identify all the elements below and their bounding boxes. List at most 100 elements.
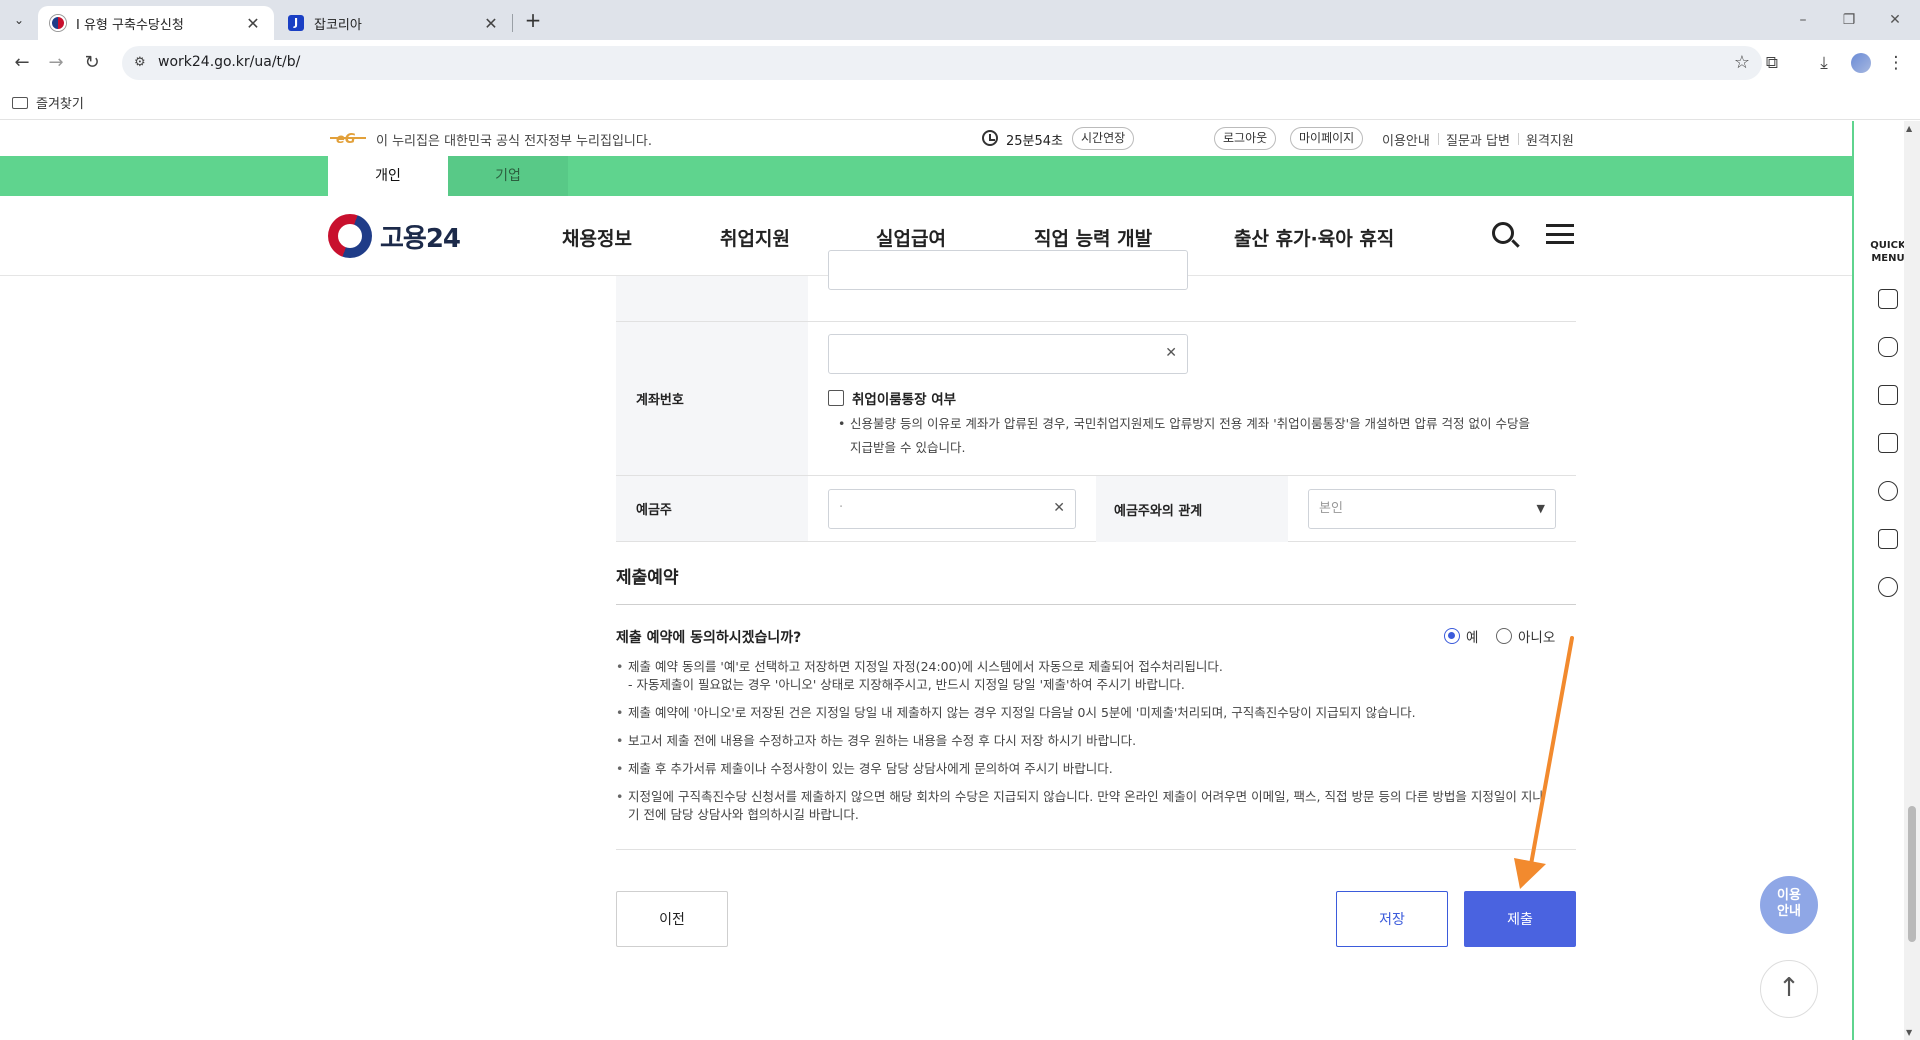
prev-button[interactable]: 이전	[616, 891, 728, 947]
remote-support-link[interactable]: 원격지원	[1526, 130, 1574, 149]
partial-input-field[interactable]	[828, 250, 1188, 290]
account-number-input[interactable]: ✕	[828, 334, 1188, 374]
note-sub: - 자동제출이 필요없는 경우 '아니오' 상태로 지장해주시고, 반드시 지정…	[628, 677, 1185, 692]
menu-job-info[interactable]: 채용정보	[562, 224, 632, 251]
scroll-up-arrow-icon[interactable]: ▲	[1906, 124, 1912, 133]
desc-text-1: 신용불량 등의 이유로 계좌가 압류된 경우, 국민취업지원제도 압류방지 전용…	[850, 416, 1530, 431]
profile-avatar-icon[interactable]	[1851, 53, 1871, 73]
search-icon[interactable]	[1492, 222, 1514, 244]
quick-menu-title-2: MENU	[1871, 253, 1905, 264]
depositor-input[interactable]: · ✕	[828, 489, 1076, 529]
gov-favicon-icon	[50, 15, 66, 31]
reservation-section-title: 제출예약	[616, 568, 679, 588]
qna-link[interactable]: 질문과 답변	[1446, 130, 1510, 149]
menu-parental-leave[interactable]: 출산 휴가·육아 휴직	[1234, 224, 1394, 251]
new-tab-button[interactable]: +	[520, 8, 546, 34]
browser-tab-bar: ⌄ I 유형 구축수당신청 ✕ J 잡코리아 ✕ + – ❐ ✕	[0, 0, 1920, 40]
note-item: 지정일에 구직촉진수당 신청서를 제출하지 않으면 해당 회차의 수당은 지급되…	[614, 788, 1580, 824]
job-account-checkbox-label: 취업이룸통장 여부	[852, 392, 957, 408]
mypage-button[interactable]: 마이페이지	[1290, 127, 1364, 150]
quick-menu-title-1: QUICK	[1870, 240, 1906, 251]
relation-value: 본인	[1319, 501, 1343, 516]
monitor-icon[interactable]	[1878, 385, 1898, 405]
depositor-value: ·	[839, 500, 844, 515]
session-timer: 25분54초	[1006, 134, 1064, 149]
extend-session-button[interactable]: 시간연장	[1072, 127, 1135, 150]
hamburger-menu-icon[interactable]	[1546, 224, 1574, 244]
usage-guide-link[interactable]: 이용안내	[1382, 130, 1430, 149]
row-header	[616, 276, 808, 321]
relation-select[interactable]: 본인 ▼	[1308, 489, 1556, 529]
reload-icon[interactable]: ↻	[80, 51, 104, 75]
bookmark-star-icon[interactable]: ☆	[1734, 52, 1750, 73]
desc-text-2: 지급받을 수 있습니다.	[850, 440, 966, 455]
section-divider	[616, 849, 1576, 850]
job-account-description: • 신용불량 등의 이유로 계좌가 압류된 경우, 국민취업지원제도 압류방지 …	[838, 412, 1568, 460]
menu-employment-support[interactable]: 취업지원	[720, 224, 790, 251]
tab-search-button[interactable]: ⌄	[8, 9, 30, 31]
account-label: 계좌번호	[616, 322, 808, 475]
clear-icon[interactable]: ✕	[1053, 500, 1065, 516]
site-logo[interactable]: 고용24	[328, 214, 461, 258]
divider	[1518, 133, 1519, 145]
back-arrow-icon[interactable]: ←	[10, 51, 34, 75]
radio-yes-label[interactable]: 예	[1466, 626, 1478, 646]
page-viewport: eG 이 누리집은 대한민국 공식 전자정부 누리집입니다. 25분54초 시간…	[0, 121, 1852, 1040]
tab-personal[interactable]: 개인	[328, 156, 448, 196]
tab-inactive[interactable]: J 잡코리아 ✕	[276, 6, 512, 40]
menu-vocational-training[interactable]: 직업 능력 개발	[1034, 224, 1152, 251]
smile-icon[interactable]	[1878, 481, 1898, 501]
reservation-question: 제출 예약에 동의하시겠습니까?	[616, 630, 802, 646]
extensions-icon[interactable]: ⧉	[1760, 51, 1784, 75]
scrollbar-thumb[interactable]	[1908, 806, 1916, 942]
tab-separator	[512, 14, 513, 32]
note-item: 제출 후 추가서류 제출이나 수정사항이 있는 경우 담당 상담사에게 문의하여…	[614, 760, 1580, 778]
forward-arrow-icon[interactable]: →	[44, 51, 68, 75]
save-button[interactable]: 저장	[1336, 891, 1448, 947]
usage-guide-floating-button[interactable]: 이용 안내	[1760, 876, 1818, 934]
building-icon[interactable]	[1878, 289, 1898, 309]
jobkorea-favicon-icon: J	[288, 15, 304, 31]
tab-title: I 유형 구축수당신청	[76, 17, 184, 33]
radio-no-label[interactable]: 아니오	[1518, 626, 1555, 646]
submit-button[interactable]: 제출	[1464, 891, 1576, 947]
bookmark-folder[interactable]: 즐겨찾기	[12, 93, 84, 112]
note-text: 제출 예약에 '아니오'로 저장된 건은 지정일 당일 내 제출하지 않는 경우…	[628, 705, 1416, 720]
window-close-button[interactable]: ✕	[1872, 8, 1918, 32]
calculator-icon[interactable]	[1878, 529, 1898, 549]
checklist-icon[interactable]	[1878, 433, 1898, 453]
scroll-to-top-button[interactable]: ↑	[1760, 960, 1818, 1018]
note-item: 제출 예약에 '아니오'로 저장된 건은 지정일 당일 내 제출하지 않는 경우…	[614, 704, 1580, 722]
url-bar[interactable]: ⚙ work24.go.kr/ua/t/b/ ☆	[122, 46, 1762, 80]
scroll-down-arrow-icon[interactable]: ▼	[1906, 1028, 1912, 1037]
download-icon[interactable]: ⤓	[1812, 51, 1836, 75]
form-row-account: 계좌번호 ✕ 취업이룸통장 여부 • 신용불량 등의 이유로 계좌가 압류된 경…	[616, 322, 1576, 476]
browser-menu-icon[interactable]: ⋮	[1884, 51, 1908, 75]
tab-company[interactable]: 기업	[448, 156, 568, 196]
gov-notice-text: 이 누리집은 대한민국 공식 전자정부 누리집입니다.	[376, 134, 652, 149]
minimize-button[interactable]: –	[1780, 8, 1826, 32]
radio-no[interactable]	[1496, 628, 1512, 644]
close-tab-icon[interactable]: ✕	[244, 14, 262, 33]
note-text: 보고서 제출 전에 내용을 수정하고자 하는 경우 원하는 내용을 수정 후 다…	[628, 733, 1137, 748]
job-account-checkbox[interactable]	[828, 390, 844, 406]
coin-icon[interactable]	[1878, 577, 1898, 597]
svg-text:eG: eG	[336, 132, 356, 146]
site-info-icon[interactable]: ⚙	[134, 55, 150, 71]
restore-button[interactable]: ❐	[1826, 8, 1872, 32]
close-tab-icon[interactable]: ✕	[482, 14, 500, 33]
address-bar-row: ← → ↻ ⚙ work24.go.kr/ua/t/b/ ☆ ⧉ ⤓ ⋮	[0, 40, 1920, 86]
note-item: 제출 예약 동의를 '예'로 선택하고 저장하면 지정일 자정(24:00)에 …	[614, 658, 1580, 694]
reservation-notes: 제출 예약 동의를 '예'로 선택하고 저장하면 지정일 자정(24:00)에 …	[614, 658, 1580, 834]
user-type-bar: 개인 기업	[0, 156, 1852, 196]
chat-icon[interactable]	[1878, 337, 1898, 357]
note-sub: 기 전에 담당 상담사와 협의하시길 바랍니다.	[628, 807, 859, 822]
form-row-partial	[616, 250, 1576, 322]
egov-logo-icon: eG	[330, 132, 366, 146]
tab-active[interactable]: I 유형 구축수당신청 ✕	[38, 6, 274, 40]
menu-unemployment-benefit[interactable]: 실업급여	[876, 224, 946, 251]
logout-button[interactable]: 로그아웃	[1214, 127, 1277, 150]
clear-icon[interactable]: ✕	[1165, 345, 1177, 361]
taegeuk-logo-icon	[328, 214, 372, 258]
radio-yes[interactable]	[1444, 628, 1460, 644]
